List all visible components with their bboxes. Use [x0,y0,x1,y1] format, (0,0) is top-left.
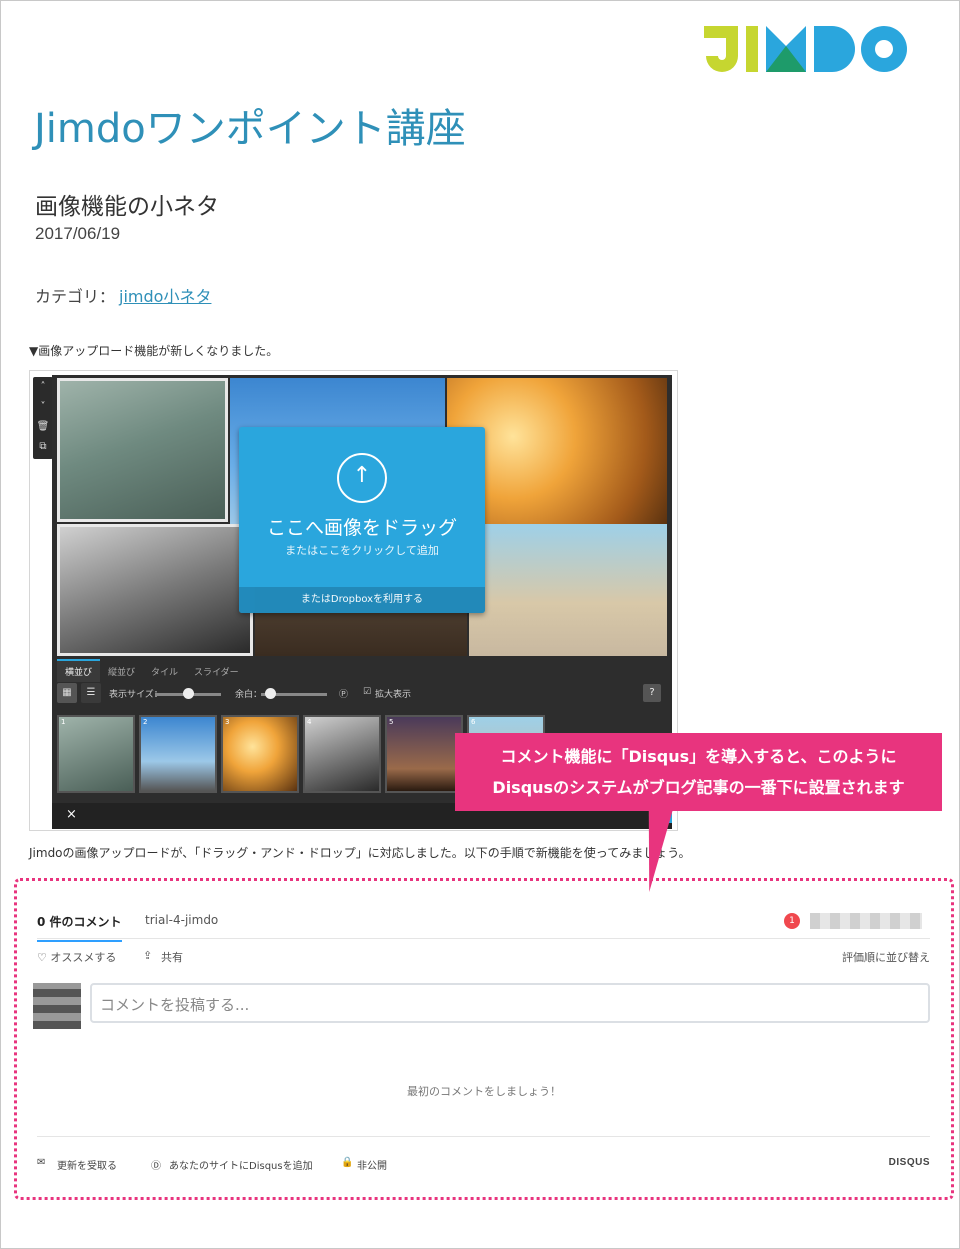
sort-dropdown[interactable]: 評価順に並び替え [842,949,930,965]
block-toolbar: ˄ ˅ 🗑 ⧉ [33,377,53,459]
delete-icon[interactable]: 🗑 [33,417,53,437]
gallery-photo-skatepark [469,524,667,656]
disqus-tabs: 0 件のコメント trial-4-jimdo 1 [37,903,930,942]
subscribe-link[interactable]: 更新を受取る [57,1157,117,1172]
add-disqus-link[interactable]: あなたのサイトにDisqusを追加 [169,1157,313,1172]
margin-slider-knob[interactable] [265,688,276,699]
grid-view-icon[interactable]: ▦ [57,683,77,703]
pinterest-icon[interactable]: Ⓟ [339,687,348,700]
copy-icon[interactable]: ⧉ [33,437,53,457]
list-view-icon[interactable]: ☰ [81,683,101,703]
jimdo-logo[interactable] [704,26,908,72]
thumbnail-number: 2 [143,718,148,726]
post-title: 画像機能の小ネタ [35,194,219,220]
disqus-actions: ♡ オススメする ⇪ 共有 評価順に並び替え [37,949,930,969]
layout-tabs: 横並び 縦並び タイル スライダー [57,659,667,682]
help-icon[interactable]: ? [643,684,661,702]
thumbnail[interactable]: 2 [139,715,217,793]
zoom-label: 拡大表示 [375,690,412,700]
lock-icon: 🔒 [341,1157,354,1168]
mail-icon: ✉ [37,1157,46,1168]
upload-dropzone[interactable]: ここへ画像をドラッグ またはここをクリックして追加 またはDropboxを利用す… [239,427,485,613]
thumbnail-number: 1 [61,718,66,726]
close-icon[interactable]: × [66,807,77,822]
body-text: Jimdoの画像アップロードが、「ドラッグ・アンド・ドロップ」に対応しました。以… [29,846,691,860]
thumbnail-number: 3 [225,718,230,726]
dropzone-title: ここへ画像をドラッグ [266,517,457,539]
disqus-footer: ✉ 更新を受取る Ⓓ あなたのサイトにDisqusを追加 🔒 非公開 DISQU… [37,1136,930,1186]
tab-vertical[interactable]: 縦並び [100,661,143,682]
move-down-icon[interactable]: ˅ [33,397,53,417]
tab-horizontal[interactable]: 横並び [57,659,101,682]
user-menu[interactable] [810,913,922,929]
thumbnail[interactable]: 1 [57,715,135,793]
share-button[interactable]: 共有 [161,949,183,965]
tab-slider[interactable]: スライダー [186,661,247,682]
privacy-link[interactable]: 非公開 [357,1157,387,1172]
category-link[interactable]: jimdo小ネタ [119,287,211,306]
callout-annotation: コメント機能に「Disqus」を導入すると、このように Disqusのシステムが… [455,733,942,811]
notification-badge[interactable]: 1 [784,913,800,929]
gallery-options: ▦ ☰ 表示サイズ： 余白： Ⓟ ☑ 拡大表示 ? [57,683,667,707]
post-category: カテゴリ： jimdo小ネタ [35,283,211,307]
disqus-d-icon: Ⓓ [151,1161,161,1172]
tab-comments[interactable]: 0 件のコメント [37,913,122,942]
callout-line-2: Disqusのシステムがブログ記事の一番下に設置されます [492,778,905,797]
gallery-photo-dog [57,524,253,656]
disqus-highlight-box: 0 件のコメント trial-4-jimdo 1 ♡ オススメする ⇪ 共有 評… [14,878,954,1200]
category-label: カテゴリ： [35,287,116,306]
zoom-checkbox[interactable]: ☑ [363,687,371,697]
dropzone-subtitle: またはここをクリックして追加 [285,544,439,557]
gallery-photo-skater-street [57,378,228,522]
callout-line-1: コメント機能に「Disqus」を導入すると、このように [500,747,897,766]
avatar [33,983,81,1029]
move-up-icon[interactable]: ˄ [33,377,53,397]
margin-label: 余白： [235,690,263,700]
comment-input[interactable]: コメントを投稿する... [90,983,930,1023]
dropbox-button[interactable]: またはDropboxを利用する [239,587,485,613]
thumbnail-number: 4 [307,718,312,726]
empty-comments-message: 最初のコメントをしましょう！ [407,1085,561,1098]
tab-forum[interactable]: trial-4-jimdo [145,913,218,927]
recommend-button[interactable]: ♡ オススメする [37,949,116,965]
disqus-logo[interactable]: DISQUS [889,1157,930,1168]
thumbnail[interactable]: 3 [221,715,299,793]
size-slider-knob[interactable] [183,688,194,699]
thumbnail[interactable]: 5 [385,715,463,793]
post-date: 2017/06/19 [35,224,121,243]
cloud-upload-icon [337,453,387,503]
tab-tile[interactable]: タイル [143,661,186,682]
thumbnail-number: 5 [389,718,394,726]
thumbnail-number: 6 [471,718,476,726]
thumbnail[interactable]: 4 [303,715,381,793]
image-caption: ▼画像アップロード機能が新しくなりました。 [29,344,279,358]
share-icon[interactable]: ⇪ [143,949,152,962]
site-title[interactable]: Jimdoワンポイント講座 [34,96,466,154]
